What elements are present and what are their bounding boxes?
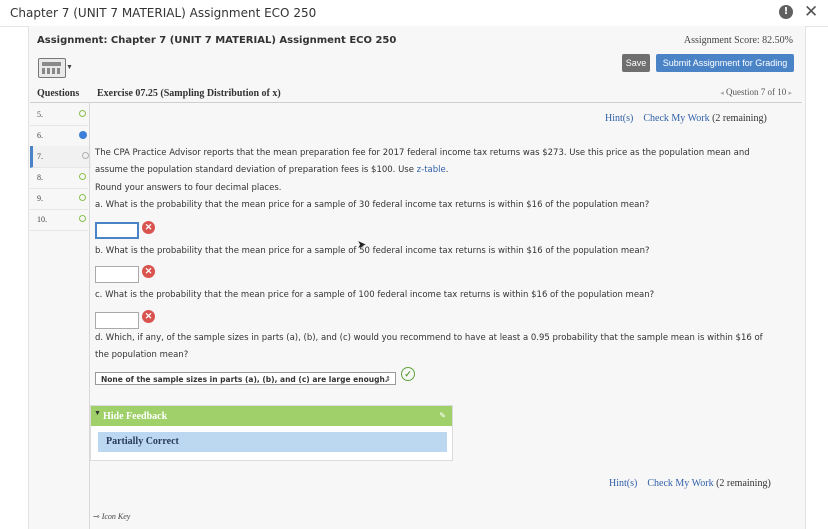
incorrect-icon: ✕ (142, 310, 155, 323)
question-number: 10. (37, 215, 47, 224)
question-number: 7. (37, 152, 43, 161)
remaining-count: (2 remaining) (712, 113, 767, 124)
correct-icon: ✓ (401, 367, 415, 381)
remaining-count: (2 remaining) (716, 478, 771, 489)
window-title: Chapter 7 (UNIT 7 MATERIAL) Assignment E… (10, 6, 317, 20)
exercise-title: Exercise 07.25 (Sampling Distribution of… (97, 88, 281, 99)
question-navigator: ◂ Question 7 of 10 ▸ (720, 87, 792, 97)
hint-bar-bottom: Hint(s) Check My Work (2 remaining) (609, 478, 771, 489)
question-list: 5. 6. 7. 8. 9. 10. (30, 104, 91, 234)
chevron-down-icon[interactable]: ▼ (66, 64, 73, 71)
incorrect-icon: ✕ (142, 221, 155, 234)
vertical-divider (89, 103, 90, 529)
questions-header: Questions (37, 88, 80, 99)
question-number: 9. (37, 194, 43, 203)
feedback-panel: ▼ Hide Feedback ✎ Partially Correct (90, 405, 453, 461)
question-item-8[interactable]: 8. (30, 167, 88, 189)
answer-d-select[interactable]: None of the sample sizes in parts (a), (… (95, 372, 396, 385)
answer-a-input[interactable] (95, 222, 139, 239)
answer-b-input[interactable] (95, 266, 139, 283)
check-my-work-link[interactable]: Check My Work (643, 113, 709, 124)
hints-link[interactable]: Hint(s) (609, 478, 637, 489)
partial-status-icon (82, 152, 89, 159)
header-divider (30, 102, 802, 103)
submit-assignment-button[interactable]: Submit Assignment for Grading (656, 54, 794, 72)
hide-feedback-toggle[interactable]: ▼ Hide Feedback ✎ (91, 406, 452, 426)
z-table-link[interactable]: z-table (417, 165, 446, 175)
next-question-icon[interactable]: ▸ (788, 89, 792, 97)
info-icon[interactable]: ! (779, 5, 793, 19)
question-a: a. What is the probability that the mean… (95, 200, 650, 210)
complete-status-icon (79, 215, 86, 222)
select-arrows-icon: ⇕ (385, 375, 391, 383)
prev-question-icon[interactable]: ◂ (720, 89, 724, 97)
problem-line-2: assume the population standard deviation… (95, 165, 449, 175)
check-my-work-link[interactable]: Check My Work (647, 478, 713, 489)
question-item-9[interactable]: 9. (30, 188, 88, 210)
question-d-line-2: the population mean? (95, 350, 189, 360)
question-number: 5. (37, 110, 43, 119)
assignment-title: Assignment: Chapter 7 (UNIT 7 MATERIAL) … (37, 35, 397, 46)
question-item-10[interactable]: 10. (30, 209, 88, 231)
round-note: Round your answers to four decimal place… (95, 183, 282, 193)
close-icon[interactable]: ✕ (804, 2, 818, 22)
hint-bar-top: Hint(s) Check My Work (2 remaining) (605, 113, 767, 124)
triangle-down-icon: ▼ (94, 410, 101, 417)
feedback-result: Partially Correct (98, 432, 447, 452)
question-d: d. Which, if any, of the sample sizes in… (95, 330, 775, 364)
window-titlebar: Chapter 7 (UNIT 7 MATERIAL) Assignment E… (0, 0, 828, 27)
pencil-icon: ✎ (439, 411, 446, 420)
calculator-icon[interactable] (38, 58, 66, 78)
key-icon: ⊸ (93, 512, 100, 521)
question-item-7[interactable]: 7. (30, 146, 91, 168)
question-b: b. What is the probability that the mean… (95, 246, 650, 256)
save-button[interactable]: Save (622, 54, 650, 72)
question-d-line-1: d. Which, if any, of the sample sizes in… (95, 333, 763, 343)
question-item-5[interactable]: 5. (30, 104, 88, 126)
question-item-6[interactable]: 6. (30, 125, 88, 147)
assignment-score: Assignment Score: 82.50% (683, 35, 793, 46)
incorrect-icon: ✕ (142, 265, 155, 278)
hide-feedback-label: Hide Feedback (103, 411, 168, 422)
answer-c-input[interactable] (95, 312, 139, 329)
question-position: Question 7 of 10 (725, 87, 787, 97)
icon-key-label: Icon Key (101, 512, 131, 521)
complete-status-icon (79, 110, 86, 117)
current-status-icon (79, 131, 87, 139)
select-value: None of the sample sizes in parts (a), (… (101, 375, 388, 384)
question-number: 8. (37, 173, 43, 182)
problem-line-1: The CPA Practice Advisor reports that th… (95, 148, 750, 158)
complete-status-icon (79, 173, 86, 180)
feedback-result-label: Partially Correct (106, 436, 179, 447)
question-c: c. What is the probability that the mean… (95, 290, 655, 300)
complete-status-icon (79, 194, 86, 201)
icon-key[interactable]: ⊸ Icon Key (93, 512, 130, 521)
problem-statement: The CPA Practice Advisor reports that th… (95, 145, 775, 179)
mouse-cursor-icon: ➤ (357, 239, 367, 251)
question-number: 6. (37, 131, 43, 140)
hints-link[interactable]: Hint(s) (605, 113, 633, 124)
